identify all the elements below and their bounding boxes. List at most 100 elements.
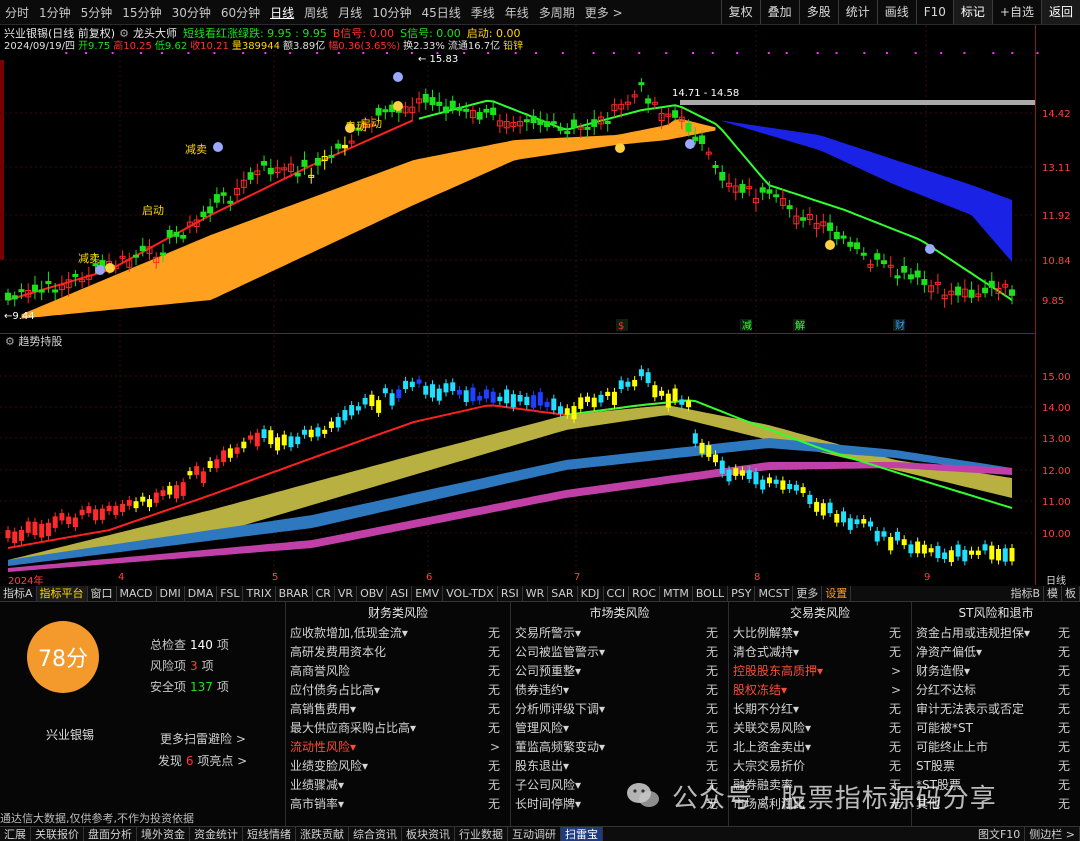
period-tab[interactable]: 多周期 <box>534 4 580 21</box>
bottom-right-tab[interactable]: 图文F10 <box>974 827 1026 841</box>
risk-row[interactable]: 交易所警示▾ 无 <box>511 624 728 643</box>
risk-row[interactable]: 公司被监管警示▾ 无 <box>511 643 728 662</box>
indicator-tab[interactable]: DMI <box>157 586 185 601</box>
bottom-tab[interactable]: 汇展 <box>0 827 31 841</box>
risk-row[interactable]: 可能终止上市 无 <box>912 738 1080 757</box>
indicator-tab[interactable]: TRIX <box>243 586 276 601</box>
risk-row[interactable]: 清仓式减持▾ 无 <box>729 643 911 662</box>
risk-row[interactable]: 分析师评级下调▾ 无 <box>511 700 728 719</box>
bottom-tab[interactable]: 境外资金 <box>137 827 190 841</box>
period-tab[interactable]: 月线 <box>333 4 367 21</box>
risk-row[interactable]: 业绩变脸风险▾ 无 <box>286 757 510 776</box>
risk-row[interactable]: 董监高频繁变动▾ 无 <box>511 738 728 757</box>
indicator-tab-right[interactable]: 模 <box>1044 586 1062 601</box>
risk-row[interactable]: ST股票 无 <box>912 757 1080 776</box>
bottom-tab[interactable]: 扫雷宝 <box>561 827 603 841</box>
period-tab[interactable]: 年线 <box>500 4 534 21</box>
settings-icon[interactable]: ⚙ <box>5 335 15 348</box>
indicator-tab[interactable]: ROC <box>629 586 661 601</box>
risk-row[interactable]: 控股股东高质押▾ > <box>729 662 911 681</box>
bottom-tab[interactable]: 涨跌贡献 <box>296 827 349 841</box>
period-tab[interactable]: 季线 <box>466 4 500 21</box>
risk-row[interactable]: 大宗交易折价 无 <box>729 757 911 776</box>
indicator-tab[interactable]: PSY <box>728 586 756 601</box>
indicator-tab[interactable]: VR <box>335 586 358 601</box>
risk-row[interactable]: 审计无法表示或否定 无 <box>912 700 1080 719</box>
period-tab[interactable]: 5分钟 <box>76 4 118 21</box>
risk-row-status: 无 <box>705 740 718 754</box>
indicator-tab[interactable]: FSL <box>217 586 244 601</box>
highlights-link[interactable]: 发现 6 项亮点 > <box>158 752 247 769</box>
indicator-tab-right[interactable]: 指标B <box>1007 586 1044 601</box>
risk-row-status: 无 <box>888 740 901 754</box>
indicator-tab[interactable]: EMV <box>412 586 444 601</box>
risk-row[interactable]: 公司预重整▾ 无 <box>511 662 728 681</box>
indicator-tab[interactable]: 指标A <box>0 586 37 601</box>
indicator-tab[interactable]: WR <box>523 586 549 601</box>
indicator-tab[interactable]: 设置 <box>822 586 852 601</box>
risk-row-status: 无 <box>487 702 500 716</box>
period-tab[interactable]: 1分钟 <box>34 4 76 21</box>
bottom-tab[interactable]: 互动调研 <box>508 827 561 841</box>
risk-row[interactable]: 资金占用或违规担保▾ 无 <box>912 624 1080 643</box>
period-tab[interactable]: 日线 <box>265 4 299 21</box>
period-tab[interactable]: 更多 > <box>580 4 628 21</box>
risk-row[interactable]: 应收款增加,低现金流▾ 无 <box>286 624 510 643</box>
indicator-tab[interactable]: BOLL <box>693 586 729 601</box>
indicator-tab[interactable]: MCST <box>755 586 794 601</box>
period-tab[interactable]: 10分钟 <box>367 4 416 21</box>
bottom-tab[interactable]: 行业数据 <box>455 827 508 841</box>
risk-row[interactable]: 业绩骤减▾ 无 <box>286 776 510 795</box>
risk-row[interactable]: 管理风险▾ 无 <box>511 719 728 738</box>
indicator-tab[interactable]: VOL-TDX <box>443 586 498 601</box>
risk-row[interactable]: 股东退出▾ 无 <box>511 757 728 776</box>
risk-row[interactable]: 高销售费用▾ 无 <box>286 700 510 719</box>
risk-row[interactable]: 北上资金卖出▾ 无 <box>729 738 911 757</box>
bottom-tab[interactable]: 资金统计 <box>190 827 243 841</box>
period-tab[interactable]: 45日线 <box>416 4 465 21</box>
risk-row[interactable]: 债券违约▾ 无 <box>511 681 728 700</box>
indicator-tab[interactable]: SAR <box>548 586 578 601</box>
risk-row[interactable]: 分红不达标 无 <box>912 681 1080 700</box>
risk-row[interactable]: 高商誉风险 无 <box>286 662 510 681</box>
kline-chart[interactable]: 14.71 - 14.58← 15.83←9.44启动减卖减卖启动自动$ 减解财1… <box>0 22 1080 662</box>
indicator-tab[interactable]: 窗口 <box>88 586 117 601</box>
more-scan-link[interactable]: 更多扫雷避险 > <box>160 730 246 747</box>
risk-row[interactable]: 应付债务占比高▾ 无 <box>286 681 510 700</box>
risk-row[interactable]: 最大供应商采购占比高▾ 无 <box>286 719 510 738</box>
bottom-tab[interactable]: 板块资讯 <box>402 827 455 841</box>
risk-row[interactable]: 财务造假▾ 无 <box>912 662 1080 681</box>
bottom-tab[interactable]: 短线情绪 <box>243 827 296 841</box>
bottom-tab[interactable]: 关联报价 <box>31 827 84 841</box>
indicator-tab[interactable]: ASI <box>387 586 413 601</box>
risk-row[interactable]: 流动性风险▾ > <box>286 738 510 757</box>
indicator-tab[interactable]: MTM <box>660 586 693 601</box>
risk-row[interactable]: 可能被*ST 无 <box>912 719 1080 738</box>
indicator-tab[interactable]: BRAR <box>276 586 313 601</box>
risk-row[interactable]: 关联交易风险▾ 无 <box>729 719 911 738</box>
period-tab[interactable]: 周线 <box>299 4 333 21</box>
indicator-tab[interactable]: RSI <box>498 586 523 601</box>
indicator-tab[interactable]: CR <box>313 586 335 601</box>
indicator-tab[interactable]: MACD <box>117 586 157 601</box>
indicator-tab-right[interactable]: 板 <box>1062 586 1080 601</box>
risk-row[interactable]: 大比例解禁▾ 无 <box>729 624 911 643</box>
indicator-tab[interactable]: CCI <box>604 586 630 601</box>
period-tab[interactable]: 60分钟 <box>216 4 265 21</box>
risk-row[interactable]: 长期不分红▾ 无 <box>729 700 911 719</box>
bottom-tab[interactable]: 盘面分析 <box>84 827 137 841</box>
period-tab[interactable]: 分时 <box>0 4 34 21</box>
indicator-tab[interactable]: DMA <box>185 586 218 601</box>
indicator-tab[interactable]: 更多 <box>793 586 823 601</box>
bottom-right-tab[interactable]: 侧边栏 > <box>1025 827 1080 841</box>
risk-row[interactable]: 高研发费用资本化 无 <box>286 643 510 662</box>
risk-row[interactable]: 高市销率▾ 无 <box>286 795 510 814</box>
bottom-tab[interactable]: 综合资讯 <box>349 827 402 841</box>
period-tab[interactable]: 30分钟 <box>167 4 216 21</box>
risk-row[interactable]: 净资产偏低▾ 无 <box>912 643 1080 662</box>
indicator-tab[interactable]: OBV <box>357 586 388 601</box>
indicator-tab[interactable]: 指标平台 <box>36 586 88 601</box>
risk-row[interactable]: 股权冻结▾ > <box>729 681 911 700</box>
indicator-tab[interactable]: KDJ <box>578 586 604 601</box>
period-tab[interactable]: 15分钟 <box>117 4 166 21</box>
